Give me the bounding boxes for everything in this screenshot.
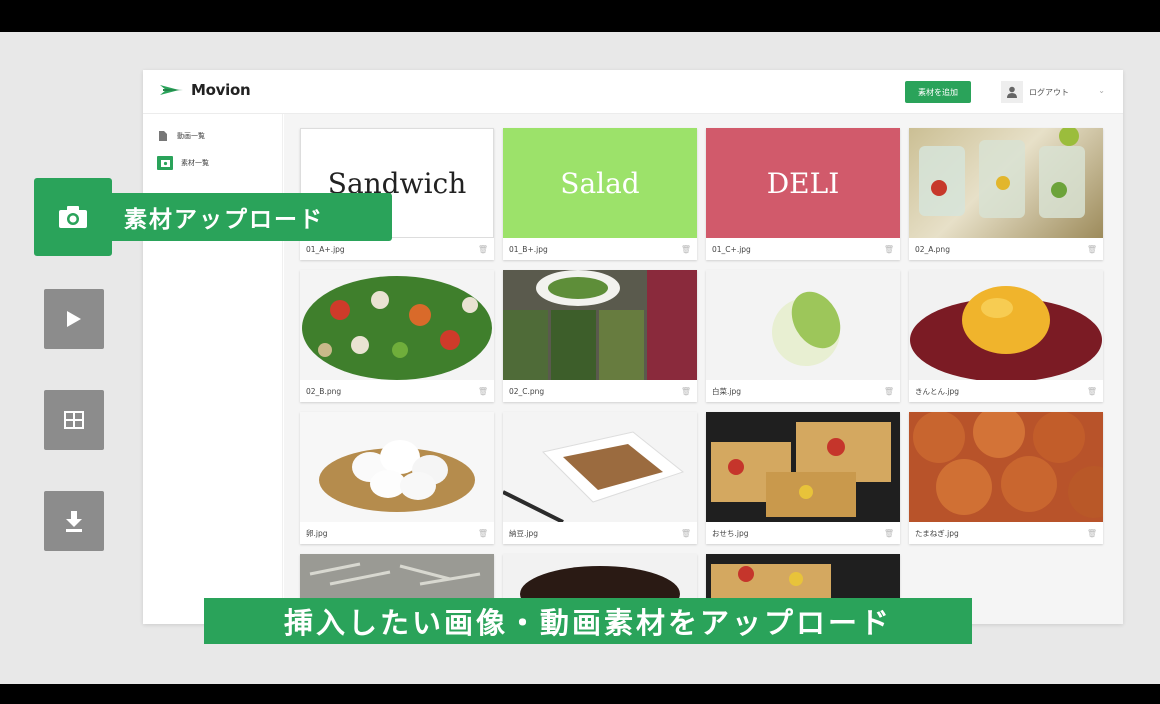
chevron-down-icon[interactable]: ⌄ (1098, 86, 1105, 95)
sidebar-item-label: 素材一覧 (181, 159, 209, 167)
upload-callout[interactable]: 素材アップロード (34, 178, 392, 256)
trash-icon[interactable]: 🗑 (681, 529, 691, 538)
trash-icon[interactable]: 🗑 (681, 245, 691, 254)
trash-icon[interactable]: 🗑 (478, 387, 488, 396)
logo[interactable]: Movion (159, 81, 251, 99)
upload-label: 素材アップロード (112, 193, 392, 241)
top-bar: Movion 素材を追加 ログアウト ⌄ (143, 70, 1123, 114)
trash-icon[interactable]: 🗑 (884, 529, 894, 538)
app-window: Movion 素材を追加 ログアウト ⌄ 動画一覧 素材一覧 Sandwich … (143, 70, 1123, 624)
thumbnail: DELI (706, 128, 900, 238)
logout-link[interactable]: ログアウト (1029, 87, 1069, 98)
subtitle-caption: 挿入したい画像・動画素材をアップロード (204, 598, 972, 644)
file-name: きんとん.jpg (915, 386, 959, 396)
file-name: 02_C.png (509, 386, 545, 396)
trash-icon[interactable]: 🗑 (478, 245, 488, 254)
material-card[interactable]: 白菜.jpg 🗑 (706, 270, 900, 402)
material-card[interactable]: 02_B.png 🗑 (300, 270, 494, 402)
material-card[interactable]: きんとん.jpg 🗑 (909, 270, 1103, 402)
grid-icon (64, 411, 84, 429)
thumbnail-cabbage-image (706, 270, 900, 380)
file-name: たまねぎ.jpg (915, 528, 959, 538)
trash-icon[interactable]: 🗑 (884, 245, 894, 254)
material-card[interactable]: たまねぎ.jpg 🗑 (909, 412, 1103, 544)
trash-icon[interactable]: 🗑 (478, 529, 488, 538)
document-icon (157, 130, 169, 142)
trash-icon[interactable]: 🗑 (1087, 529, 1097, 538)
material-card[interactable]: 納豆.jpg 🗑 (503, 412, 697, 544)
play-button[interactable] (44, 289, 104, 349)
sidebar-item-materials[interactable]: 素材一覧 (157, 156, 209, 170)
add-material-button[interactable]: 素材を追加 (905, 81, 971, 103)
sidebar-item-videos[interactable]: 動画一覧 (157, 130, 205, 142)
thumbnail-title: DELI (766, 166, 840, 200)
material-card[interactable]: Salad 01_B+.jpg 🗑 (503, 128, 697, 260)
thumbnail-eggs-image (300, 412, 494, 522)
file-name: 01_C+.jpg (712, 244, 751, 254)
thumbnail-deli-trays-image (503, 270, 697, 380)
trash-icon[interactable]: 🗑 (1087, 245, 1097, 254)
letterbox-bottom (0, 684, 1160, 704)
file-name: おせち.jpg (712, 528, 749, 538)
material-card[interactable]: DELI 01_C+.jpg 🗑 (706, 128, 900, 260)
file-name: 卵.jpg (306, 528, 328, 538)
file-name: 白菜.jpg (712, 386, 741, 396)
image-icon (157, 156, 173, 170)
camera-icon (34, 178, 112, 256)
user-icon (1001, 81, 1023, 103)
material-card[interactable]: おせち.jpg 🗑 (706, 412, 900, 544)
logo-arrow-icon (160, 85, 183, 95)
file-name: 02_B.png (306, 386, 342, 396)
thumbnail-vegetable-salad-image (300, 270, 494, 380)
download-button[interactable] (44, 491, 104, 551)
download-icon (66, 511, 82, 532)
thumbnail-onions-image (909, 412, 1103, 522)
material-card[interactable]: 02_C.png 🗑 (503, 270, 697, 402)
grid-button[interactable] (44, 390, 104, 450)
trash-icon[interactable]: 🗑 (884, 387, 894, 396)
play-icon (67, 311, 81, 327)
trash-icon[interactable]: 🗑 (681, 387, 691, 396)
file-name: 01_B+.jpg (509, 244, 548, 254)
thumbnail-kinton-image (909, 270, 1103, 380)
thumbnail-osechi-image (706, 412, 900, 522)
sidebar-item-label: 動画一覧 (177, 132, 205, 140)
thumbnail-natto-image (503, 412, 697, 522)
thumbnail-jar-salad-image (909, 128, 1103, 238)
user-menu[interactable]: ログアウト ⌄ (1001, 78, 1111, 106)
logo-text: Movion (191, 81, 251, 99)
material-card[interactable]: 卵.jpg 🗑 (300, 412, 494, 544)
file-name: 02_A.png (915, 244, 950, 254)
thumbnail: Salad (503, 128, 697, 238)
material-grid: Sandwich 01_A+.jpg 🗑 Salad 01_B+.jpg 🗑 DEL… (284, 114, 1123, 624)
thumbnail-title: Salad (560, 166, 640, 200)
letterbox-top (0, 0, 1160, 32)
file-name: 納豆.jpg (509, 528, 538, 538)
trash-icon[interactable]: 🗑 (1087, 387, 1097, 396)
material-card[interactable]: 02_A.png 🗑 (909, 128, 1103, 260)
